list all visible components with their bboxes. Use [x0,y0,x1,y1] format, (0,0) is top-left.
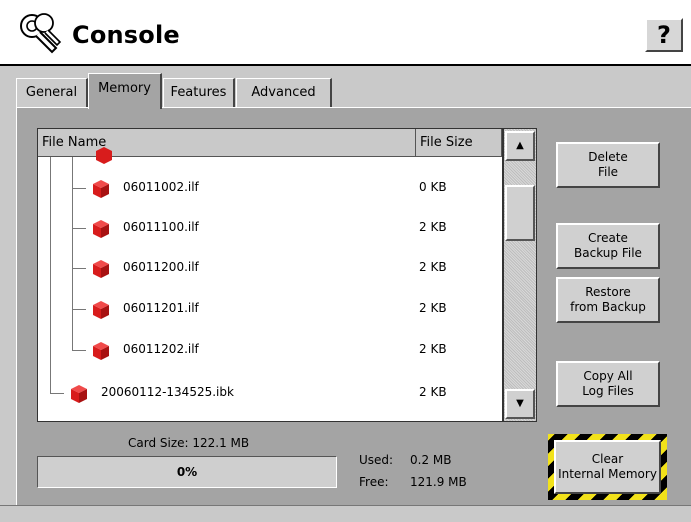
status-strip [0,505,691,522]
file-size: 2 KB [419,385,447,399]
tab-memory[interactable]: Memory [88,73,162,109]
file-name: 20060112-134525.ibk [101,385,234,399]
list-item[interactable]: 20060112-134525.ibk 2 KB [38,383,502,403]
list-item[interactable]: 06011202.ilf 2 KB [38,340,502,360]
list-item[interactable]: 06011100.ilf 2 KB [38,218,502,238]
tab-features[interactable]: Features [163,78,235,107]
file-name: 06011002.ilf [123,180,199,194]
delete-file-button[interactable]: Delete File [556,142,660,188]
memory-usage-bar: 0% [37,456,337,488]
used-value: 0.2 MB [410,453,452,467]
file-size: 0 KB [419,180,447,194]
file-name: 06011100.ilf [123,220,199,234]
scroll-thumb[interactable] [505,185,535,241]
memory-usage-percent: 0% [176,465,198,479]
red-cube-file-icon [71,385,87,403]
free-value: 121.9 MB [410,475,467,489]
window-title: Console [72,21,180,49]
red-cube-file-icon [93,180,109,198]
clear-memory-warning-frame: Clear Internal Memory [548,434,667,500]
card-size-value: 122.1 MB [192,436,250,450]
card-size-label: Card Size: [128,436,189,450]
list-item[interactable]: 06011201.ilf 2 KB [38,299,502,319]
console-window: Console ? General Memory Features Advanc… [0,0,691,522]
card-size-text: Card Size: 122.1 MB [128,436,249,450]
help-button[interactable]: ? [645,18,683,52]
file-size: 2 KB [419,260,447,274]
free-label: Free: [359,475,389,489]
used-label: Used: [359,453,394,467]
clear-internal-memory-button[interactable]: Clear Internal Memory [554,440,661,494]
file-rows: 06011002.ilf 0 KB 06011100.ilf 2 KB 0601… [38,147,502,421]
list-item[interactable]: 06011002.ilf 0 KB [38,178,502,198]
scroll-down-button[interactable]: ▼ [505,389,535,419]
file-list-scrollbar[interactable]: ▲ ▼ [503,128,537,422]
file-name: 06011201.ilf [123,301,199,315]
file-name: 06011202.ilf [123,342,199,356]
wrench-keys-icon [20,13,62,54]
tab-general[interactable]: General [16,78,88,107]
file-size: 2 KB [419,220,447,234]
red-cube-file-icon [93,220,109,238]
column-header-file-size[interactable]: File Size [416,129,502,157]
title-bar: Console ? [0,0,691,66]
create-backup-file-button[interactable]: Create Backup File [556,223,660,269]
red-cube-file-icon [93,260,109,278]
red-cube-file-icon [93,342,109,360]
red-cube-file-icon [93,301,109,319]
tab-advanced[interactable]: Advanced [236,78,332,107]
file-list[interactable]: File Name File Size 06011002.ilf 0 KB 06… [37,128,503,422]
scroll-up-button[interactable]: ▲ [505,131,535,161]
restore-from-backup-button[interactable]: Restore from Backup [556,277,660,323]
file-icon-partial [96,147,112,164]
file-size: 2 KB [419,301,447,315]
file-size: 2 KB [419,342,447,356]
file-name: 06011200.ilf [123,260,199,274]
copy-all-log-files-button[interactable]: Copy All Log Files [556,361,660,407]
list-item[interactable]: 06011200.ilf 2 KB [38,258,502,278]
